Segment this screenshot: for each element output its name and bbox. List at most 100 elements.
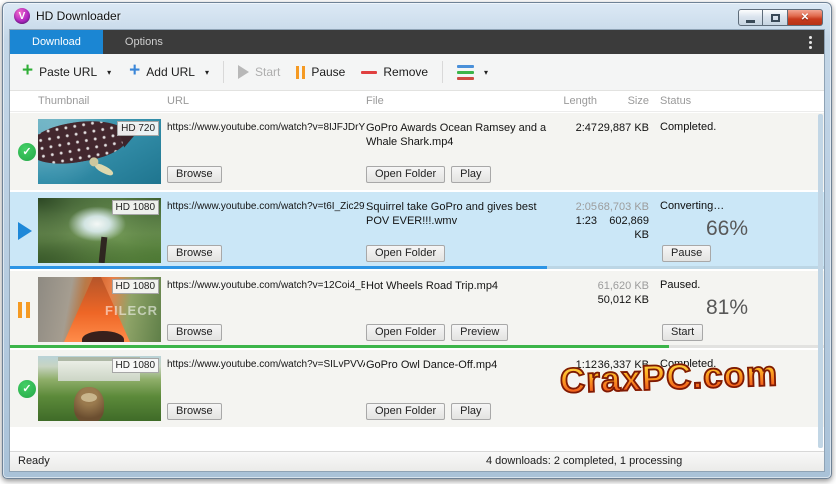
file-name: Hot Wheels Road Trip.mp4 (366, 279, 556, 293)
video-thumbnail: HD 720 (38, 119, 161, 184)
column-thumbnail[interactable]: Thumbnail (38, 95, 89, 107)
toolbar-separator (442, 61, 443, 83)
pause-row-button[interactable]: Pause (662, 245, 711, 262)
maximize-button[interactable] (763, 9, 788, 26)
video-url: https://www.youtube.com/watch?v=8IJFJDrY… (167, 122, 365, 133)
window-controls: ✕ (738, 9, 823, 26)
remove-icon (361, 71, 377, 74)
add-url-button[interactable]: + Add URL ▾ (129, 65, 209, 79)
pause-icon (296, 66, 305, 79)
file-name: GoPro Owl Dance-Off.mp4 (366, 358, 556, 372)
minimize-icon (746, 20, 755, 23)
preview-button[interactable]: Preview (451, 324, 508, 341)
kebab-menu-icon[interactable] (809, 30, 812, 54)
chevron-down-icon: ▾ (484, 68, 488, 77)
progress-percent: 81% (646, 296, 748, 320)
file-name: GoPro Awards Ocean Ramsey and a Whale Sh… (366, 121, 556, 149)
maximize-icon (771, 14, 780, 22)
list-menu-button[interactable]: ▾ (457, 65, 488, 80)
app-window: V HD Downloader ✕ Download Options + Pas… (2, 2, 832, 479)
length-cell: 2:47 (540, 121, 597, 135)
table-row[interactable]: HD 1080 https://www.youtube.com/watch?v=… (10, 192, 824, 269)
video-url: https://www.youtube.com/watch?v=12Coi4_B… (167, 280, 365, 291)
completed-check-icon: ✓ (18, 143, 36, 161)
paste-url-label: Paste URL (39, 65, 97, 79)
status-summary-text: 4 downloads: 2 completed, 1 processing (486, 455, 682, 467)
column-file[interactable]: File (366, 95, 384, 107)
playing-icon (18, 222, 32, 240)
status-cell: Paused. (660, 279, 700, 291)
logo-letter: V (19, 11, 26, 22)
play-icon (238, 65, 249, 79)
paused-icon (18, 302, 30, 318)
window-content: Download Options + Paste URL ▾ + Add URL… (9, 29, 825, 472)
status-cell: Converting… (660, 200, 724, 212)
pause-label: Pause (311, 65, 345, 79)
column-length[interactable]: Length (546, 95, 597, 107)
size-cell: 61,620 KB 50,012 KB (595, 279, 649, 307)
tab-download[interactable]: Download (10, 30, 103, 54)
size-cell: 68,703 KB 602,869 KB (595, 200, 649, 242)
table-row[interactable]: ✓ HD 720 https://www.youtube.com/watch?v… (10, 113, 824, 190)
hd-badge: HD 1080 (112, 358, 159, 373)
tab-options[interactable]: Options (103, 30, 185, 54)
close-button[interactable]: ✕ (788, 9, 823, 26)
progress-bar (10, 345, 669, 348)
start-row-button[interactable]: Start (662, 324, 703, 341)
minimize-button[interactable] (738, 9, 763, 26)
app-logo-icon: V (14, 8, 30, 24)
remove-button[interactable]: Remove (361, 65, 428, 79)
chevron-down-icon[interactable]: ▾ (107, 68, 111, 77)
status-bar: Ready 4 downloads: 2 completed, 1 proces… (10, 451, 824, 471)
add-url-label: Add URL (146, 65, 195, 79)
hd-badge: HD 720 (117, 121, 159, 136)
toolbar: + Paste URL ▾ + Add URL ▾ Start Pause (10, 54, 824, 91)
start-button[interactable]: Start (238, 65, 280, 79)
plus-icon: + (129, 64, 140, 78)
remove-label: Remove (383, 65, 428, 79)
length-cell: 2:05 1:23 (540, 200, 597, 228)
chevron-down-icon[interactable]: ▾ (205, 68, 209, 77)
browse-button[interactable]: Browse (167, 403, 222, 420)
car-hood-graphic (82, 331, 124, 342)
close-icon: ✕ (801, 12, 809, 23)
tab-strip: Download Options (10, 30, 824, 54)
titlebar[interactable]: V HD Downloader ✕ (3, 3, 831, 29)
column-size[interactable]: Size (601, 95, 649, 107)
column-url[interactable]: URL (167, 95, 189, 107)
video-thumbnail: HD 1080 (38, 198, 161, 263)
progress-percent: 66% (646, 217, 748, 241)
browse-button[interactable]: Browse (167, 166, 222, 183)
plus-icon: + (22, 64, 33, 78)
video-thumbnail: FILECR HD 1080 (38, 277, 161, 342)
pause-button[interactable]: Pause (296, 65, 345, 79)
column-header-row: Thumbnail URL File Length Size Status (10, 91, 824, 112)
open-folder-button[interactable]: Open Folder (366, 324, 445, 341)
hd-badge: HD 1080 (112, 200, 159, 215)
thumb-watermark: FILECR (105, 303, 158, 318)
video-url: https://www.youtube.com/watch?v=SILvPVVA… (167, 359, 365, 370)
completed-check-icon: ✓ (18, 380, 36, 398)
diver-graphic (94, 162, 115, 178)
video-url: https://www.youtube.com/watch?v=t6I_Zic2… (167, 201, 365, 212)
table-row[interactable]: FILECR HD 1080 https://www.youtube.com/w… (10, 271, 824, 348)
toolbar-separator (223, 61, 224, 83)
window-title: HD Downloader (36, 9, 121, 23)
start-label: Start (255, 65, 280, 79)
status-cell: Completed. (660, 121, 716, 133)
tree-graphic (99, 237, 108, 263)
open-folder-button[interactable]: Open Folder (366, 166, 445, 183)
browse-button[interactable]: Browse (167, 324, 222, 341)
vertical-scrollbar[interactable] (818, 114, 823, 448)
play-button[interactable]: Play (451, 166, 490, 183)
column-status[interactable]: Status (660, 95, 691, 107)
paste-url-button[interactable]: + Paste URL ▾ (22, 65, 111, 79)
size-cell: 29,887 KB (595, 121, 649, 135)
video-thumbnail: HD 1080 (38, 356, 161, 421)
open-folder-button[interactable]: Open Folder (366, 245, 445, 262)
progress-bar (10, 266, 547, 269)
play-button[interactable]: Play (451, 403, 490, 420)
open-folder-button[interactable]: Open Folder (366, 403, 445, 420)
owl-graphic (74, 387, 104, 421)
browse-button[interactable]: Browse (167, 245, 222, 262)
